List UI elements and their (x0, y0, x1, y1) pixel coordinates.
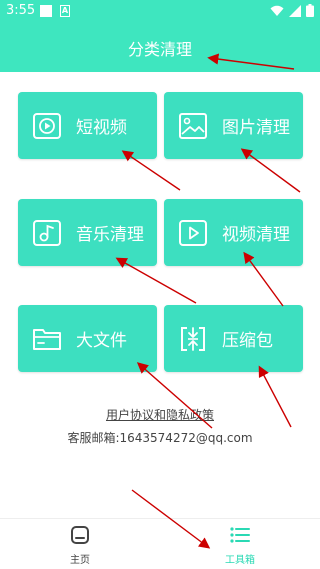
status-time: 3:55 (6, 3, 36, 18)
image-clean-card[interactable]: 图片清理 (164, 92, 303, 159)
compress-icon (181, 326, 205, 351)
tab-toolbox-label: 工具箱 (225, 555, 255, 566)
menu-list-icon (230, 527, 250, 543)
bottom-tab-bar: 主页 工具箱 (0, 518, 320, 569)
app-header: 分类清理 (0, 24, 320, 72)
music-clean-card[interactable]: 音乐清理 (18, 199, 157, 266)
large-file-card[interactable]: 大文件 (18, 305, 157, 372)
page-title: 分类清理 (127, 40, 192, 59)
annotation-arrows (115, 53, 301, 549)
folder-icon (33, 328, 61, 350)
a-badge-icon: A (60, 5, 70, 17)
battery-icon (306, 4, 314, 17)
music-note-icon (33, 219, 61, 246)
notification-square-icon (40, 5, 52, 17)
short-video-card[interactable]: 短视频 (18, 92, 157, 159)
large-file-label: 大文件 (76, 331, 127, 351)
tab-home[interactable]: 主页 (40, 525, 120, 566)
tab-home-label: 主页 (70, 555, 90, 566)
video-clean-card[interactable]: 视频清理 (164, 199, 303, 266)
video-circle-icon (33, 112, 61, 139)
status-icons (270, 4, 314, 17)
home-icon (71, 526, 89, 544)
short-video-label: 短视频 (76, 118, 127, 138)
signal-icon (289, 4, 301, 17)
image-clean-label: 图片清理 (222, 118, 290, 138)
play-icon (179, 219, 207, 246)
video-clean-label: 视频清理 (222, 225, 290, 245)
status-bar: 3:55 A (0, 0, 320, 24)
archive-card[interactable]: 压缩包 (164, 305, 303, 372)
music-clean-label: 音乐清理 (76, 225, 144, 245)
tab-toolbox[interactable]: 工具箱 (200, 525, 280, 566)
archive-label: 压缩包 (222, 331, 273, 351)
wifi-icon (270, 5, 284, 16)
image-icon (179, 112, 207, 139)
privacy-agreement-link[interactable]: 用户协议和隐私政策 (0, 406, 320, 423)
service-email: 客服邮箱:1643574272@qq.com (67, 431, 253, 445)
